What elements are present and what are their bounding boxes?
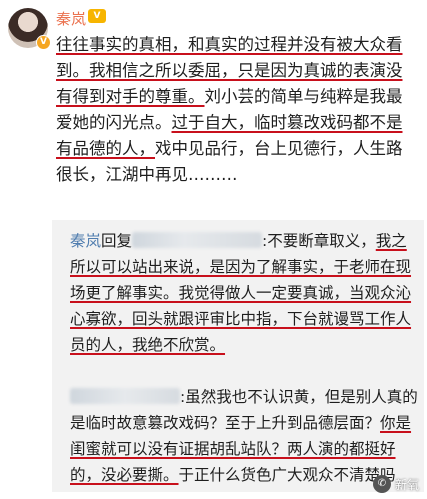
reply-2: :虽然我也不认识黄，但是别人真的是临时故意篡改戏码？至于上升到品德层面？你是闺蜜…	[70, 384, 420, 488]
post-text: 往往事实的真相，和真实的过程并没有被大众看到。我相信之所以委屈，只是因为真诚的表…	[56, 32, 416, 188]
reply-1-part-1: :不要断章取义，	[262, 232, 376, 250]
reply-author[interactable]: 秦岚	[70, 232, 101, 250]
reply-word: 回复	[101, 232, 133, 250]
reply-2-part-3: 于正什么货色广大观众不清楚吗	[178, 466, 396, 484]
username[interactable]: 秦岚	[56, 8, 86, 29]
blurred-username-2	[70, 388, 180, 404]
member-badge-icon: V	[88, 9, 106, 23]
blurred-username	[132, 232, 263, 248]
comment-thread: 秦岚回复:不要断章取义，我之所以可以站出来说，是因为了解事实，于老师在现场更了解…	[70, 228, 420, 488]
watermark: ✆ 新氧	[372, 475, 419, 493]
verified-badge-icon: V	[36, 35, 51, 50]
reply-1: 秦岚回复:不要断章取义，我之所以可以站出来说，是因为了解事实，于老师在现场更了解…	[70, 228, 420, 358]
watermark-label: 新氧	[394, 477, 419, 492]
wechat-icon: ✆	[372, 475, 391, 493]
